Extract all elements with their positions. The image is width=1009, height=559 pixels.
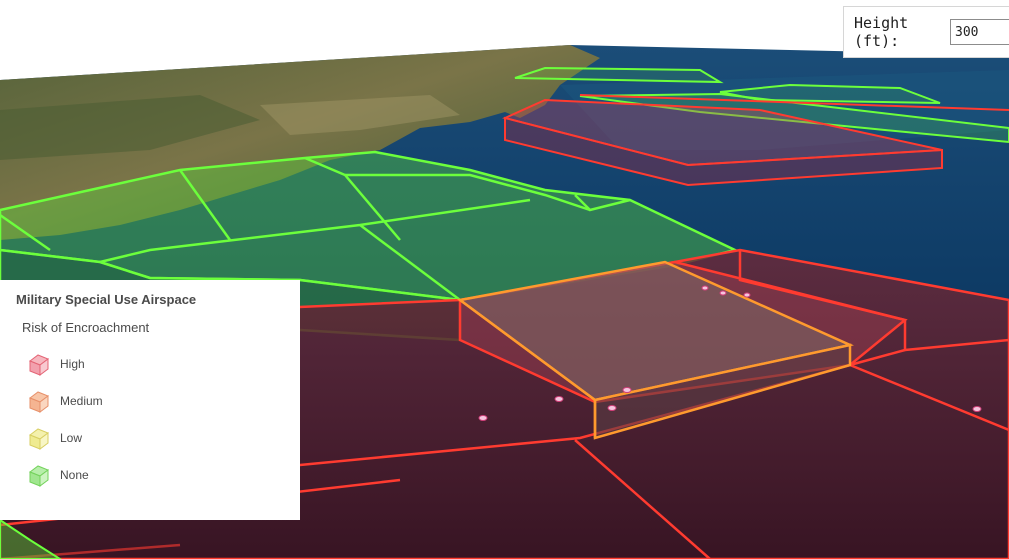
legend-item-none: None [26, 456, 284, 493]
marker-4 [622, 387, 632, 393]
marker-6 [701, 285, 709, 291]
marker-2 [554, 396, 564, 402]
marker-8 [743, 292, 751, 298]
legend-swatch-low-icon [28, 427, 50, 450]
height-control-panel: Height (ft): [843, 6, 1009, 58]
legend-swatch-high-icon [28, 353, 50, 376]
legend-label-high: High [60, 356, 85, 371]
height-input[interactable] [950, 19, 1009, 45]
legend-title: Military Special Use Airspace [16, 292, 197, 307]
legend-label-none: None [60, 467, 89, 482]
legend-label-low: Low [60, 430, 83, 445]
marker-1 [478, 415, 488, 421]
legend-swatch-medium-icon [28, 390, 50, 413]
marker-5 [972, 406, 982, 412]
marker-3 [607, 405, 617, 411]
legend-item-medium: Medium [26, 382, 284, 419]
marker-7 [719, 290, 727, 296]
legend-subtitle: Risk of Encroachment [22, 320, 150, 335]
legend-item-high: High [26, 345, 284, 382]
height-label: Height (ft): [854, 14, 909, 50]
legend-panel: Military Special Use Airspace Risk of En… [0, 280, 300, 520]
legend-item-low: Low [26, 419, 284, 456]
legend-label-medium: Medium [60, 393, 103, 408]
legend-swatch-none-icon [28, 464, 50, 487]
